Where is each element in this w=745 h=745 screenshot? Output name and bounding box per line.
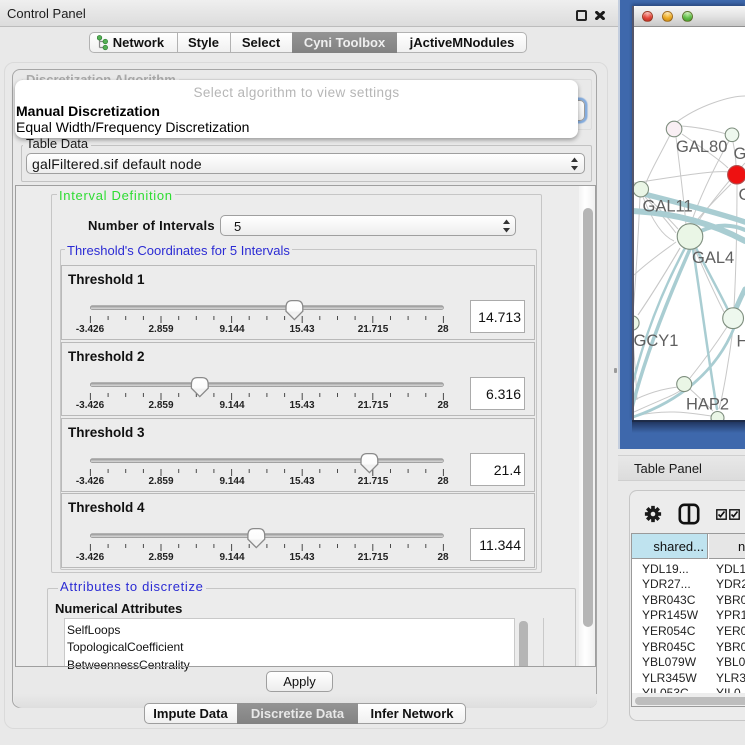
svg-text:G: G bbox=[734, 145, 745, 163]
svg-text:GAL80: GAL80 bbox=[676, 138, 727, 156]
svg-text:HAP2: HAP2 bbox=[686, 396, 729, 414]
svg-text:C: C bbox=[739, 186, 745, 204]
svg-text:GCY1: GCY1 bbox=[634, 332, 678, 350]
svg-text:GAL4: GAL4 bbox=[692, 249, 734, 267]
svg-text:H: H bbox=[737, 333, 745, 351]
svg-text:GAL11: GAL11 bbox=[643, 198, 693, 216]
